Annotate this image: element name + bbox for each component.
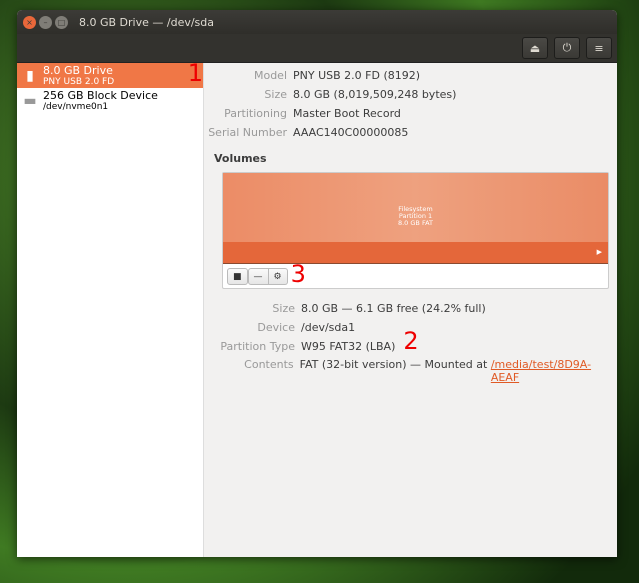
annotation-2: 2 [403, 327, 419, 355]
power-icon: ⏻ [562, 41, 572, 54]
filesystem-bar[interactable]: ▶ [223, 242, 608, 264]
annotation-1: 1 [187, 59, 203, 87]
minus-icon: — [253, 271, 263, 282]
drive-details: Model PNY USB 2.0 FD (8192) Size 8.0 GB (8… [205, 63, 617, 557]
contents-label: Contents [244, 358, 294, 371]
window-title: 8.0 GB Drive — /dev/sda [79, 15, 215, 29]
hard-disk-icon: ▬ [23, 92, 37, 109]
usb-drive-icon: ▮ [26, 67, 34, 84]
minimize-button[interactable]: – [39, 15, 52, 29]
model-value: PNY USB 2.0 FD (8192) [293, 69, 421, 82]
volume-size-value: 8.0 GB — 6.1 GB free (24.2% full) [301, 302, 486, 315]
device-sidebar: ▮ 8.0 GB Drive PNY USB 2.0 FD 1 ▬ 256 GB … [17, 59, 204, 557]
size-value: 8.0 GB (8,019,509,248 bytes) [293, 88, 457, 101]
contents-value: FAT (32-bit version) — Mounted at [299, 358, 491, 371]
serial-value: AAAC140C00000085 [293, 126, 409, 139]
power-off-button[interactable]: ⏻ [554, 37, 580, 59]
close-button[interactable]: × [23, 15, 36, 29]
eject-button[interactable]: ⏏ [522, 37, 548, 59]
partitioning-value: Master Boot Record [293, 107, 401, 120]
more-actions-button[interactable]: ⚙ [268, 268, 288, 285]
partition-label: 8.0 GB FAT [397, 219, 434, 227]
device-label: Device [257, 321, 295, 334]
device-name: 8.0 GB Drive [43, 63, 113, 77]
menu-button[interactable]: ≡ [586, 37, 612, 59]
volume-map: Filesystem Partition 1 8.0 GB FAT ▶ ■ — … [222, 172, 609, 289]
delete-partition-button[interactable]: — [247, 268, 269, 285]
annotation-3: 3 [290, 260, 306, 288]
gears-icon: ⚙ [273, 271, 282, 282]
device-name: 256 GB Block Device [43, 88, 158, 102]
sidebar-item-8gb-drive[interactable]: ▮ 8.0 GB Drive PNY USB 2.0 FD 1 [17, 59, 203, 88]
unmount-button[interactable]: ■ [227, 268, 248, 285]
play-icon: ▶ [596, 248, 602, 256]
mount-point-link[interactable]: /media/test/8D9A-AEAF [491, 358, 617, 384]
title-bar: × – □ 8.0 GB Drive — /dev/sda [17, 10, 617, 34]
volume-size-label: Size [272, 302, 295, 315]
partition-1-block[interactable]: Filesystem Partition 1 8.0 GB FAT [223, 173, 608, 242]
size-label: Size [264, 88, 287, 101]
partitioning-label: Partitioning [224, 107, 287, 120]
model-label: Model [253, 69, 287, 82]
device-sub: /dev/nvme0n1 [43, 101, 109, 112]
sidebar-item-256gb-device[interactable]: ▬ 256 GB Block Device/dev/nvme0n1 [17, 88, 203, 113]
device-sub: PNY USB 2.0 FD [43, 76, 115, 87]
toolbar: ⏏ ⏻ ≡ [17, 34, 617, 63]
disks-window: × – □ 8.0 GB Drive — /dev/sda ⏏ ⏻ ≡ ▮ 8.… [17, 10, 617, 557]
maximize-button[interactable]: □ [55, 15, 68, 29]
menu-icon: ≡ [594, 41, 604, 55]
serial-label: Serial Number [208, 126, 287, 139]
stop-icon: ■ [233, 271, 242, 282]
eject-icon: ⏏ [529, 41, 541, 55]
volumes-heading: Volumes [214, 152, 267, 165]
device-value: /dev/sda1 [301, 321, 356, 334]
